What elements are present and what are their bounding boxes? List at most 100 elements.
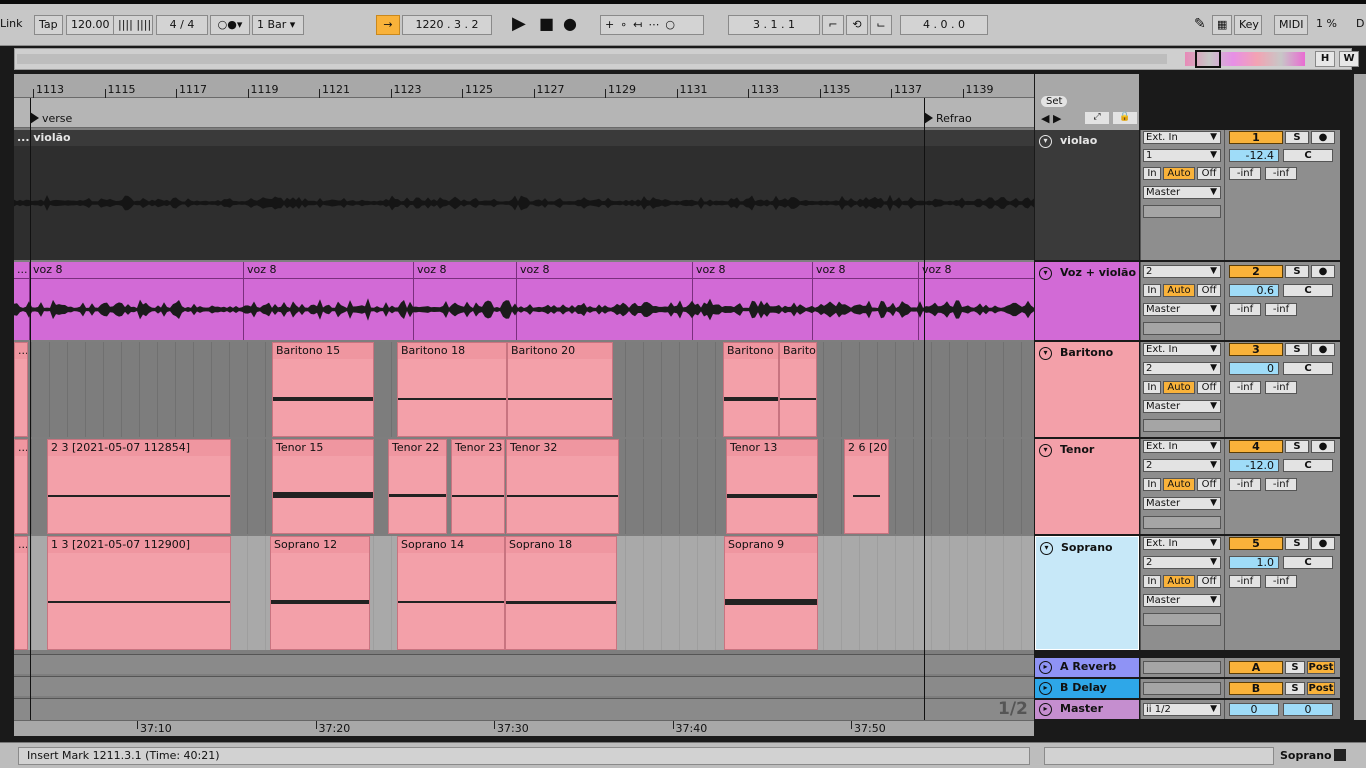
solo-button[interactable]: S: [1285, 537, 1309, 550]
input-channel-select[interactable]: 2: [1143, 265, 1221, 278]
lane-tenor[interactable]: ... 2 3 [2021-05-07 112854] Tenor 15 Ten…: [14, 439, 1034, 534]
monitor-in[interactable]: In: [1143, 284, 1161, 297]
lane-master[interactable]: [14, 698, 1034, 720]
lane-b-delay[interactable]: [14, 676, 1034, 696]
midi-map-button[interactable]: MIDI: [1274, 15, 1308, 35]
output-select[interactable]: Master: [1143, 497, 1221, 510]
track-header-b-delay[interactable]: ▸ B Delay: [1035, 679, 1139, 698]
arrangement-overview[interactable]: H W: [14, 48, 1359, 70]
output-select[interactable]: Master: [1143, 303, 1221, 316]
height-button[interactable]: H: [1315, 51, 1335, 67]
clip-soprano[interactable]: Soprano 12: [270, 536, 370, 650]
track-header-violao[interactable]: ▾ violao: [1035, 130, 1139, 260]
solo-button[interactable]: S: [1285, 440, 1309, 453]
solo-button[interactable]: S: [1285, 682, 1305, 695]
clip-tenor[interactable]: Tenor 32: [506, 439, 619, 534]
return-activator[interactable]: B: [1229, 682, 1283, 695]
play-icon[interactable]: ▶: [512, 15, 526, 35]
overview-selection[interactable]: [1195, 50, 1221, 68]
monitor-in[interactable]: In: [1143, 478, 1161, 491]
pan-field[interactable]: C: [1283, 284, 1333, 297]
track-header-master[interactable]: ▸ Master: [1035, 700, 1139, 719]
key-map-button[interactable]: Key: [1234, 15, 1262, 35]
clip-tenor[interactable]: Tenor 15: [272, 439, 374, 534]
clip-baritono[interactable]: Baritono 15: [272, 342, 374, 437]
clip-baritono[interactable]: Baritono 1: [723, 342, 779, 437]
overdub-automation-icons[interactable]: +∘↤⋯○: [600, 15, 704, 35]
punch-in-icon[interactable]: ⌐: [822, 15, 844, 35]
output-select[interactable]: Master: [1143, 400, 1221, 413]
arm-record-icon[interactable]: ●: [1311, 537, 1335, 550]
metronome-icon[interactable]: ○●▾: [210, 15, 250, 35]
input-type-select[interactable]: Ext. In: [1143, 343, 1221, 356]
record-icon[interactable]: ●: [563, 15, 577, 35]
pan-field[interactable]: C: [1283, 362, 1333, 375]
arrangement-view[interactable]: 1113 1115 1117 1119 1121 1123 1125 1127 1129 1131…: [14, 74, 1034, 720]
input-channel-select[interactable]: 2: [1143, 459, 1221, 472]
clip-baritono[interactable]: ...: [14, 342, 28, 437]
quantize-select[interactable]: 1 Bar ▾: [252, 15, 304, 35]
monitor-off[interactable]: Off: [1197, 167, 1221, 180]
monitor-auto[interactable]: Auto: [1163, 284, 1195, 297]
monitor-off[interactable]: Off: [1197, 284, 1221, 297]
set-button[interactable]: Set: [1041, 96, 1068, 107]
track-header-voz[interactable]: ▾ Voz + violão: [1035, 262, 1139, 340]
output-sub-select[interactable]: [1143, 322, 1221, 335]
tap-button[interactable]: Tap: [34, 15, 63, 35]
clip-tenor[interactable]: Tenor 13: [726, 439, 818, 534]
arm-record-icon[interactable]: ●: [1311, 265, 1335, 278]
loop-start-field[interactable]: 3 . 1 . 1: [728, 15, 820, 35]
track-header-a-reverb[interactable]: ▸ A Reverb: [1035, 658, 1139, 677]
solo-button[interactable]: S: [1285, 343, 1309, 356]
locator-verse[interactable]: verse: [30, 112, 72, 125]
track-header-baritono[interactable]: ▾ Baritono: [1035, 342, 1139, 437]
track-activator[interactable]: 3: [1229, 343, 1283, 356]
track-header-soprano[interactable]: ▾ Soprano: [1035, 536, 1139, 650]
clip-soprano[interactable]: Soprano 14: [397, 536, 505, 650]
input-type-select[interactable]: Ext. In: [1143, 537, 1221, 550]
output-sub-select[interactable]: [1143, 419, 1221, 432]
monitor-off[interactable]: Off: [1197, 478, 1221, 491]
time-signature[interactable]: 4 / 4: [156, 15, 208, 35]
arm-record-icon[interactable]: ●: [1311, 343, 1335, 356]
output-select[interactable]: Master: [1143, 594, 1221, 607]
clip-baritono[interactable]: Barito: [779, 342, 817, 437]
track-activator[interactable]: 4: [1229, 440, 1283, 453]
output-sub-select[interactable]: [1143, 205, 1221, 218]
pan-field[interactable]: C: [1283, 459, 1333, 472]
clip-baritono[interactable]: Baritono 18: [397, 342, 507, 437]
clip-soprano[interactable]: Soprano 9: [724, 536, 818, 650]
computer-keyboard-icon[interactable]: ▦: [1212, 15, 1232, 35]
monitor-off[interactable]: Off: [1197, 381, 1221, 394]
solo-button[interactable]: S: [1285, 265, 1309, 278]
input-type-select[interactable]: Ext. In: [1143, 131, 1221, 144]
monitor-auto[interactable]: Auto: [1163, 381, 1195, 394]
clip-tenor[interactable]: 2 6 [202: [844, 439, 889, 534]
clip-soprano[interactable]: 1 3 [2021-05-07 112900]: [47, 536, 231, 650]
master-volume-right[interactable]: 0: [1283, 703, 1333, 716]
clip-tenor[interactable]: ...: [14, 439, 28, 534]
monitor-auto[interactable]: Auto: [1163, 478, 1195, 491]
monitor-off[interactable]: Off: [1197, 575, 1221, 588]
arm-record-icon[interactable]: ●: [1311, 440, 1335, 453]
post-button[interactable]: Post: [1307, 682, 1335, 695]
master-volume-left[interactable]: 0: [1229, 703, 1279, 716]
monitor-auto[interactable]: Auto: [1163, 575, 1195, 588]
lock-icon[interactable]: 🔒: [1113, 112, 1137, 124]
monitor-in[interactable]: In: [1143, 381, 1161, 394]
lane-baritono[interactable]: ... Baritono 15 Baritono 18 Baritono 20 …: [14, 342, 1034, 437]
track-activator[interactable]: 5: [1229, 537, 1283, 550]
monitor-in[interactable]: In: [1143, 167, 1161, 180]
follow-icon[interactable]: →: [376, 15, 400, 35]
arm-record-icon[interactable]: ●: [1311, 131, 1335, 144]
input-channel-select[interactable]: 2: [1143, 362, 1221, 375]
return-activator[interactable]: A: [1229, 661, 1283, 674]
volume-field[interactable]: -12.0: [1229, 459, 1279, 472]
track-header-tenor[interactable]: ▾ Tenor: [1035, 439, 1139, 534]
solo-button[interactable]: S: [1285, 661, 1305, 674]
clip-tenor[interactable]: Tenor 22: [388, 439, 447, 534]
arrangement-position[interactable]: 1220 . 3 . 2: [402, 15, 492, 35]
input-channel-select[interactable]: 2: [1143, 556, 1221, 569]
volume-field[interactable]: 0.6: [1229, 284, 1279, 297]
track-view-icon[interactable]: [1334, 749, 1346, 761]
